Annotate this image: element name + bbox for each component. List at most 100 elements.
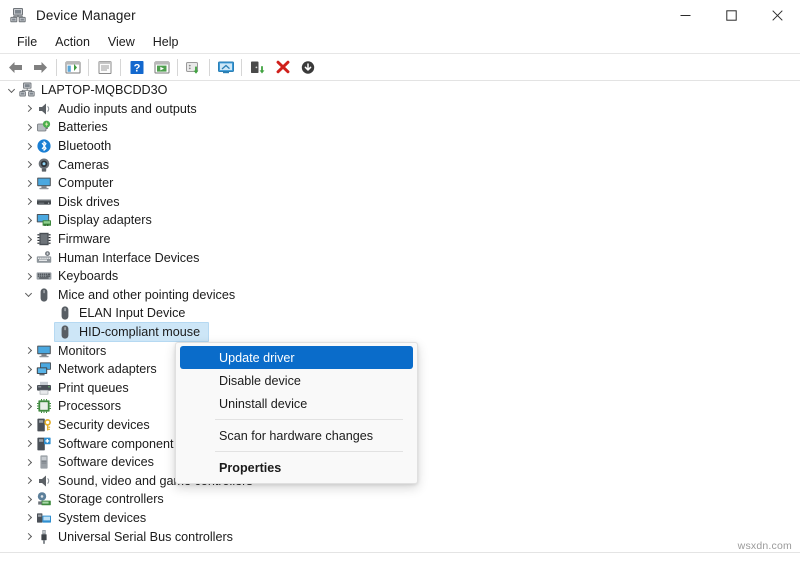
show-hide-action-pane-icon[interactable] [149,56,174,78]
title-bar: Device Manager [0,0,800,30]
tree-item-label: Computer [58,176,114,191]
tree-item-label: Keyboards [58,269,119,284]
menu-bar: File Action View Help [0,30,800,54]
tree-item-computer[interactable]: Computer [0,174,800,193]
tree-item-content: Mice and other pointing devices [33,285,244,305]
speaker-icon [36,473,52,489]
tree-item-content: Universal Serial Bus controllers [33,527,242,547]
tree-item-label: Storage controllers [58,492,164,507]
context-menu-item-uninstall-device[interactable]: Uninstall device [180,392,413,415]
tree-item-label: Firmware [58,232,111,247]
help-icon[interactable]: ? [124,56,149,78]
tree-item-firmware[interactable]: Firmware [0,230,800,249]
toolbar-separator [209,58,210,76]
tree-item-content: Monitors [33,341,115,361]
software-device-icon [36,454,52,470]
device-manager-icon [10,7,26,23]
menu-action[interactable]: Action [46,33,99,51]
tree-item-content: Keyboards [33,266,127,286]
tree-item-content: Batteries [33,117,117,137]
tree-item-label: Print queues [58,380,129,395]
tree-item-content: Bluetooth [33,136,120,156]
monitor-icon [36,343,52,359]
tree-item-content: Cameras [33,155,118,175]
tree-item-cameras[interactable]: Cameras [0,155,800,174]
tree-item-content: HID-compliant mouse [54,322,210,343]
tree-item-hid-compliant-mouse[interactable]: HID-compliant mouse [0,322,800,343]
tree-item-audio-inputs-and-outputs[interactable]: Audio inputs and outputs [0,100,800,119]
show-hide-console-tree-icon[interactable] [60,56,85,78]
keyboard-icon [36,268,52,284]
tree-item-label: Cameras [58,157,110,172]
tree-item-content: Firmware [33,229,119,249]
tree-item-label: Network adapters [58,362,157,377]
menu-file[interactable]: File [8,33,46,51]
tree-item-label: System devices [58,510,147,525]
tree-item-label: Human Interface Devices [58,250,200,265]
context-menu-item-update-driver[interactable]: Update driver [180,346,413,369]
watermark: wsxdn.com [737,540,792,552]
forward-icon[interactable] [28,56,53,78]
monitor-icon [36,175,52,191]
toolbar-separator [177,58,178,76]
menu-help[interactable]: Help [144,33,188,51]
update-driver-icon[interactable] [181,56,206,78]
tree-item-content: Processors [33,396,130,416]
tree-item-label: Security devices [58,417,150,432]
properties-icon[interactable] [92,56,117,78]
tree-item-content: Disk drives [33,192,129,212]
menu-view[interactable]: View [99,33,144,51]
tree-item-system-devices[interactable]: System devices [0,509,800,528]
window-controls [662,0,800,30]
tree-item-content: System devices [33,508,155,528]
tree-item-storage-controllers[interactable]: Storage controllers [0,490,800,509]
svg-text:?: ? [133,62,140,74]
back-icon[interactable] [3,56,28,78]
tree-item-content: Network adapters [33,359,166,379]
tree-item-label: Software component [58,436,174,451]
tree-item-bluetooth[interactable]: Bluetooth [0,137,800,156]
scan-hardware-changes-icon[interactable] [213,56,238,78]
network-adapter-icon [36,361,52,377]
usb-icon [36,529,52,545]
tree-item-content: Print queues [33,378,138,398]
tree-item-label: ELAN Input Device [79,306,186,321]
printer-icon [36,380,52,396]
display-adapter-icon [36,212,52,228]
tree-item-label: Software devices [58,455,154,470]
enable-device-icon[interactable] [245,56,270,78]
tree-item-content: Security devices [33,415,159,435]
firmware-chip-icon [36,231,52,247]
maximize-button[interactable] [708,0,754,30]
status-bar [0,552,800,563]
window-title: Device Manager [36,7,136,23]
toolbar-separator [56,58,57,76]
context-menu[interactable]: Update driver Disable device Uninstall d… [175,342,418,484]
mouse-icon [57,305,73,321]
context-menu-separator [215,419,403,420]
context-menu-item-scan-for-hardware-changes[interactable]: Scan for hardware changes [180,424,413,447]
tree-item-keyboards[interactable]: Keyboards [0,267,800,286]
mouse-icon [36,287,52,303]
tree-item-human-interface-devices[interactable]: Human Interface Devices [0,248,800,267]
tree-item-batteries[interactable]: Batteries [0,118,800,137]
minimize-button[interactable] [662,0,708,30]
hid-icon [36,250,52,266]
tree-item-disk-drives[interactable]: Disk drives [0,193,800,212]
disk-drive-icon [36,194,52,210]
context-menu-item-properties[interactable]: Properties [180,456,413,479]
tree-root-item[interactable]: LAPTOP-MQBCDD3O [0,81,800,100]
context-menu-item-disable-device[interactable]: Disable device [180,369,413,392]
tree-item-mice-and-other-pointing-devices[interactable]: Mice and other pointing devices [0,286,800,305]
uninstall-device-icon[interactable] [270,56,295,78]
tree-item-universal-serial-bus-controllers[interactable]: Universal Serial Bus controllers [0,527,800,546]
tree-item-display-adapters[interactable]: Display adapters [0,211,800,230]
processor-icon [36,398,52,414]
tree-item-elan-input-device[interactable]: ELAN Input Device [0,304,800,323]
context-menu-separator [215,451,403,452]
tree-item-content: Audio inputs and outputs [33,99,206,119]
tree-item-label: Processors [58,399,121,414]
computer-root-icon [19,82,35,98]
disable-device-icon[interactable] [295,56,320,78]
close-button[interactable] [754,0,800,30]
